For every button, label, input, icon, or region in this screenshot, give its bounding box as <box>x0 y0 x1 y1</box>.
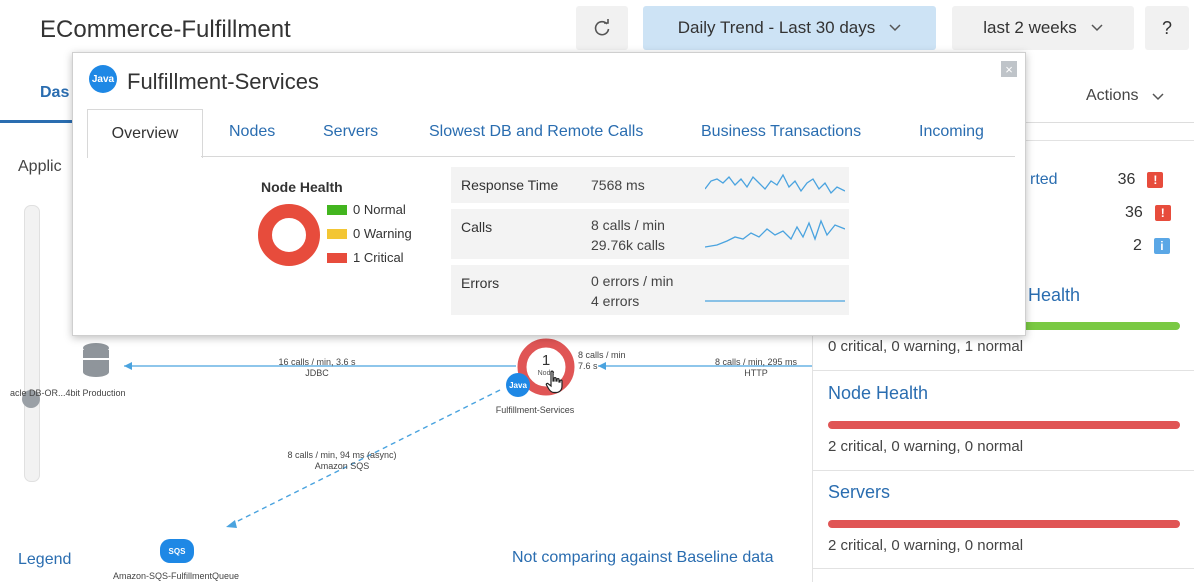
servers-bar-critical <box>828 520 1180 528</box>
legend-normal: 0 Normal <box>327 202 406 217</box>
errors-total: 4 errors <box>591 293 640 309</box>
errors-row[interactable]: Errors 0 errors / min 4 errors <box>451 265 849 315</box>
calls-total: 29.76k calls <box>591 237 665 253</box>
servers-title[interactable]: Servers <box>828 482 890 503</box>
response-time-label: Response Time <box>461 177 559 193</box>
close-icon[interactable]: × <box>1001 61 1017 77</box>
chevron-down-icon <box>1091 24 1103 32</box>
self-metric-line2: 7.6 s <box>578 361 598 371</box>
trend-dropdown-label: Daily Trend - Last 30 days <box>677 18 876 37</box>
chevron-down-icon <box>889 24 901 32</box>
actions-label: Actions <box>1086 87 1139 104</box>
tab-dashboard[interactable]: Das <box>40 84 69 102</box>
refresh-icon <box>594 19 610 36</box>
divider <box>812 470 1194 471</box>
severity-label: rted <box>1030 171 1058 188</box>
java-icon: Java <box>506 373 530 397</box>
health-summary: 0 critical, 0 warning, 1 normal <box>828 338 1024 355</box>
database-icon[interactable] <box>82 342 110 383</box>
tab-incoming[interactable]: Incoming <box>919 123 984 141</box>
node-health-title: Node Health <box>261 179 343 195</box>
sqs-metric: 8 calls / min, 94 ms (async) Amazon SQS <box>272 450 412 472</box>
tabs-divider <box>201 156 1015 157</box>
health-title[interactable]: Health <box>1028 285 1080 306</box>
application-label: Applic <box>18 158 62 175</box>
response-time-sparkline <box>705 173 845 195</box>
database-label: acle DB-OR...4bit Production <box>10 388 126 398</box>
legend-link[interactable]: Legend <box>18 551 71 569</box>
active-tab-indicator <box>0 120 72 123</box>
severity-count: 2 <box>1133 237 1142 254</box>
time-range-dropdown[interactable]: last 2 weeks <box>952 6 1134 50</box>
legend-label: 0 Warning <box>353 226 412 241</box>
severity-row[interactable]: rted 36 ! <box>1030 171 1164 189</box>
severity-count: 36 <box>1117 171 1136 188</box>
calls-row[interactable]: Calls 8 calls / min 29.76k calls <box>451 209 849 259</box>
sqs-metric-line1: 8 calls / min, 94 ms (async) <box>287 450 397 460</box>
response-time-row[interactable]: Response Time 7568 ms <box>451 167 849 203</box>
http-metric-line1: 8 calls / min, 295 ms <box>714 357 798 367</box>
time-range-label: last 2 weeks <box>983 18 1077 37</box>
severity-row[interactable]: 36 ! <box>1125 204 1171 222</box>
queue-label: Amazon-SQS-FulfillmentQueue <box>112 571 240 581</box>
sqs-metric-line2: Amazon SQS <box>314 461 370 471</box>
legend-swatch <box>327 228 347 239</box>
critical-icon: ! <box>1147 172 1164 188</box>
tab-nodes[interactable]: Nodes <box>229 123 275 141</box>
tab-servers[interactable]: Servers <box>323 123 378 141</box>
hand-cursor-icon <box>545 370 565 399</box>
java-icon: Java <box>89 65 117 93</box>
node-health-bar-critical <box>828 421 1180 429</box>
divider <box>812 568 1194 569</box>
legend-swatch <box>327 252 347 263</box>
info-icon: i <box>1153 238 1170 254</box>
tab-slowest-db-remote-calls[interactable]: Slowest DB and Remote Calls <box>429 123 643 141</box>
jdbc-metric-line2: JDBC <box>305 368 329 378</box>
jdbc-metric: 16 calls / min, 3.6 s JDBC <box>262 357 372 379</box>
errors-values: 0 errors / min 4 errors <box>591 271 673 311</box>
calls-per-min: 8 calls / min <box>591 217 665 233</box>
servers-summary: 2 critical, 0 warning, 0 normal <box>828 537 1024 554</box>
legend-label: 1 Critical <box>353 250 404 265</box>
http-metric: 8 calls / min, 295 ms HTTP <box>696 357 816 379</box>
app-title: ECommerce-Fulfillment <box>40 16 291 43</box>
refresh-button[interactable] <box>576 6 628 50</box>
node-health-title[interactable]: Node Health <box>828 383 928 404</box>
http-metric-line2: HTTP <box>744 368 768 378</box>
service-label[interactable]: Fulfillment-Services <box>480 405 590 416</box>
self-metric-line1: 8 calls / min <box>578 350 626 360</box>
errors-per-min: 0 errors / min <box>591 273 674 289</box>
tab-business-transactions[interactable]: Business Transactions <box>701 123 861 141</box>
response-time-value: 7568 ms <box>591 177 645 193</box>
severity-row[interactable]: 2 i <box>1133 237 1170 255</box>
errors-label: Errors <box>461 275 500 291</box>
critical-icon: ! <box>1154 205 1171 221</box>
chevron-down-icon <box>1152 93 1164 101</box>
divider <box>812 370 1194 371</box>
baseline-link[interactable]: Not comparing against Baseline data <box>512 549 774 567</box>
trend-dropdown[interactable]: Daily Trend - Last 30 days <box>643 6 936 50</box>
errors-sparkline <box>705 300 845 302</box>
legend-label: 0 Normal <box>353 202 406 217</box>
legend-warning: 0 Warning <box>327 226 412 241</box>
legend-swatch <box>327 204 347 215</box>
calls-label: Calls <box>461 219 493 235</box>
jdbc-metric-line1: 16 calls / min, 3.6 s <box>278 357 356 367</box>
tier-popup: × Java Fulfillment-Services Overview Nod… <box>72 52 1026 336</box>
sqs-queue-icon[interactable]: SQS <box>160 539 194 563</box>
calls-values: 8 calls / min 29.76k calls <box>591 215 665 255</box>
tab-overview[interactable]: Overview <box>87 109 203 158</box>
self-metric: 8 calls / min 7.6 s <box>578 350 626 372</box>
node-count: 1 <box>541 352 551 369</box>
help-button[interactable]: ? <box>1145 6 1189 50</box>
popup-title: Fulfillment-Services <box>127 69 319 94</box>
node-health-summary: 2 critical, 0 warning, 0 normal <box>828 438 1024 455</box>
legend-critical: 1 Critical <box>327 250 404 265</box>
actions-dropdown[interactable]: Actions <box>1086 87 1164 105</box>
node-health-donut <box>258 204 320 266</box>
calls-sparkline <box>705 219 845 248</box>
severity-count: 36 <box>1125 204 1143 221</box>
